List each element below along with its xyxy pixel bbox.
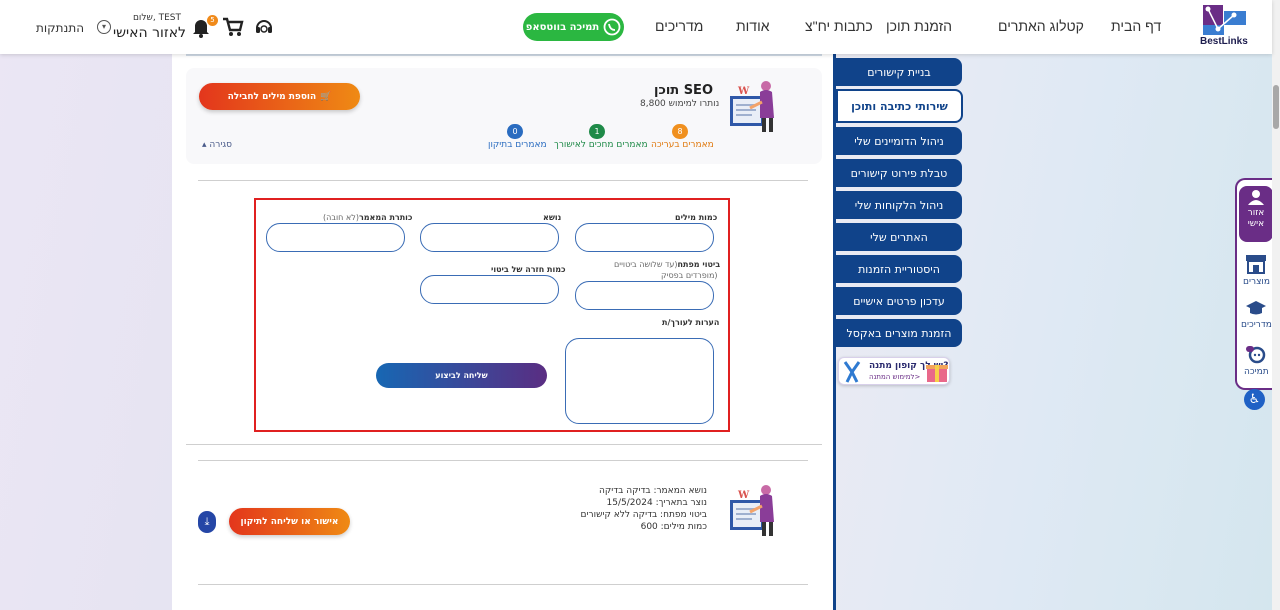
- sidebar-item-links-table[interactable]: טבלת פירוט קישורים: [836, 159, 962, 187]
- stat-fixing-label[interactable]: מאמרים בתיקון: [488, 140, 547, 150]
- seo-title: תוכן SEO: [654, 83, 713, 98]
- nav-about[interactable]: אודות: [736, 18, 770, 34]
- nav-order-content[interactable]: הזמנת תוכן: [886, 18, 952, 34]
- word-count-label: כמות מילים: [675, 213, 718, 222]
- dock-personal-label-1: אזור: [1247, 208, 1265, 218]
- seo-remaining: נותרו למימוש 8,800: [640, 99, 720, 109]
- repeat-count-label: כמות חזרה של ביטוי: [491, 265, 566, 274]
- stat-fixing-count: 0: [507, 124, 523, 139]
- stat-awaiting-count: 1: [589, 124, 605, 139]
- writer-illustration-icon: W: [730, 81, 774, 132]
- divider: [186, 444, 822, 445]
- chat-support-icon[interactable]: [1245, 344, 1267, 364]
- chevron-down-icon[interactable]: ▾: [97, 20, 111, 34]
- svg-text:W: W: [737, 86, 750, 97]
- sidebar-item-excel-order[interactable]: הזמנת מוצרים באקסל: [836, 319, 962, 347]
- scrollbar-thumb[interactable]: [1273, 85, 1279, 129]
- user-icon: [1248, 190, 1264, 205]
- topic-input[interactable]: [420, 223, 559, 252]
- dock-products-label[interactable]: מוצרים: [1243, 277, 1270, 287]
- sidebar-item-my-domains[interactable]: ניהול הדומיינים שלי: [836, 127, 962, 155]
- top-navbar: BestLinks דף הבית קטלוג האתרים הזמנת תוכ…: [0, 0, 1272, 54]
- personal-area-link[interactable]: לאזור האישי: [113, 25, 186, 41]
- keyword-label: ביטוי מפתח(עד שלושה ביטויים: [614, 260, 721, 269]
- submit-button[interactable]: שליחה לביצוע: [376, 363, 547, 388]
- logout-link[interactable]: התנתקות: [36, 21, 84, 35]
- article-title-label: כותרת המאמר(לא חובה): [323, 213, 413, 222]
- keyword-input[interactable]: [575, 281, 714, 310]
- top-divider: [186, 54, 822, 56]
- logo-text: BestLinks: [1200, 36, 1248, 47]
- article-created: נוצר בתאריך: 15/5/2024: [606, 498, 707, 508]
- notes-textarea[interactable]: [565, 338, 714, 424]
- coupon-subtitle: למימוש המתנה>: [869, 373, 921, 381]
- svg-text:W: W: [737, 490, 750, 501]
- sidebar-item-my-sites[interactable]: האתרים שלי: [836, 223, 962, 251]
- article-words: כמות מילים: 600: [640, 522, 707, 532]
- nav-home[interactable]: דף הבית: [1111, 18, 1161, 34]
- close-label: סגירה: [209, 140, 232, 150]
- notifications-badge: 5: [207, 15, 218, 26]
- stat-awaiting-label[interactable]: מאמרים מחכים לאישורך: [554, 140, 648, 150]
- store-icon[interactable]: [1245, 254, 1267, 274]
- dock-personal-label-2: אישי: [1247, 219, 1265, 229]
- gift-coupon-banner[interactable]: יש לך קופון מתנה? למימוש המתנה>: [838, 357, 950, 385]
- stat-editing-label[interactable]: מאמרים בעריכה: [651, 140, 714, 150]
- add-words-button[interactable]: הוספת מילים לחבילה 🛒: [199, 83, 360, 110]
- keyword-hint: מופרדים בפסיק): [661, 271, 718, 280]
- repeat-count-input[interactable]: [420, 275, 559, 304]
- sidebar-item-my-clients[interactable]: ניהול הלקוחות שלי: [836, 191, 962, 219]
- whatsapp-support-button[interactable]: תמיכה בווטסאפ: [523, 13, 624, 41]
- article-title-input[interactable]: [266, 223, 405, 252]
- gift-box-icon: [926, 365, 948, 382]
- cart-icon: 🛒: [320, 91, 332, 102]
- article-keyword: ביטוי מפתח: בדיקה ללא קישורים: [580, 510, 707, 520]
- sidebar-item-link-building[interactable]: בניית קישורים: [836, 58, 962, 86]
- close-link[interactable]: ▴ סגירה: [202, 140, 232, 150]
- notes-label: הערות לעורך/ת: [662, 318, 720, 327]
- writer-illustration-icon: W: [730, 485, 774, 536]
- sidebar-item-update-details[interactable]: עדכון פרטים אישיים: [836, 287, 962, 315]
- dock-personal-area[interactable]: אזור אישי: [1239, 186, 1273, 242]
- support-agent-icon[interactable]: [254, 17, 274, 37]
- nav-pr-articles[interactable]: כתבות יח"צ: [805, 18, 873, 34]
- greeting-text: שלום, TEST: [132, 13, 181, 23]
- cart-icon[interactable]: [222, 16, 244, 38]
- topic-label: נושא: [543, 213, 562, 222]
- dock-support-label[interactable]: תמיכה: [1244, 367, 1269, 377]
- approve-or-fix-button[interactable]: אישור או שליחה לתיקון: [229, 508, 350, 535]
- whatsapp-icon: [603, 18, 621, 36]
- divider: [198, 584, 808, 585]
- stat-editing-count: 8: [672, 124, 688, 139]
- add-words-label: הוספת מילים לחבילה: [227, 91, 317, 102]
- sidebar-item-order-history[interactable]: היסטוריית הזמנות: [836, 255, 962, 283]
- divider: [198, 460, 808, 461]
- gift-ribbon-icon: [843, 361, 861, 383]
- article-topic: נושא המאמר: בדיקה בדיקה: [598, 486, 707, 496]
- whatsapp-support-label: תמיכה בווטסאפ: [525, 21, 600, 33]
- nav-site-catalog[interactable]: קטלוג האתרים: [998, 18, 1084, 34]
- nav-guides[interactable]: מדריכים: [655, 18, 703, 34]
- download-icon[interactable]: ⤓: [198, 511, 216, 533]
- accessibility-icon[interactable]: ♿: [1244, 389, 1265, 410]
- dock-guides-label[interactable]: מדריכים: [1241, 320, 1272, 330]
- sidebar-item-writing-services[interactable]: שירותי כתיבה ותוכן: [836, 89, 963, 123]
- divider: [198, 180, 808, 181]
- word-count-input[interactable]: [575, 223, 714, 252]
- graduation-cap-icon[interactable]: [1245, 300, 1267, 316]
